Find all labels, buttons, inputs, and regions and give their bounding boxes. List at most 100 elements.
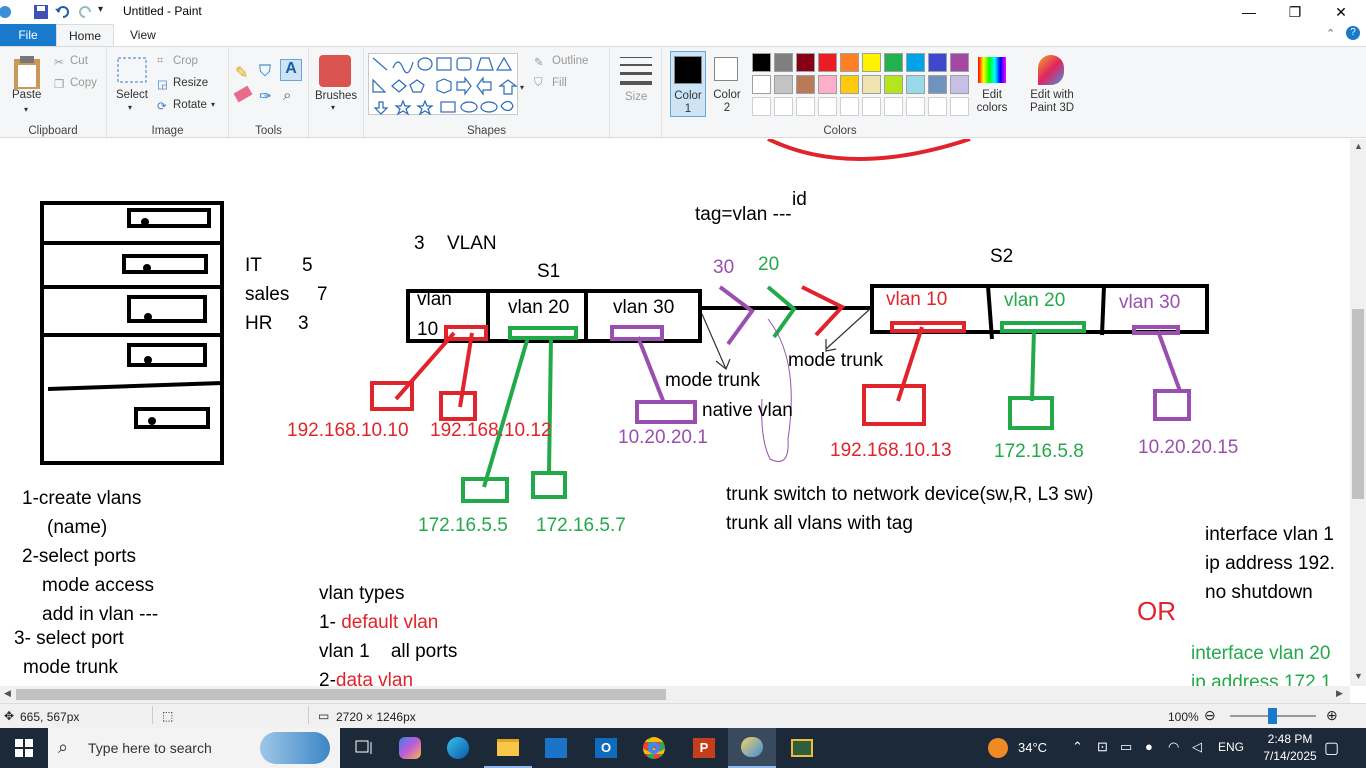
paint-taskbar-icon[interactable] bbox=[728, 728, 776, 768]
color1-button[interactable]: Color 1 bbox=[670, 51, 706, 117]
color-swatch[interactable] bbox=[818, 53, 837, 72]
resize-button[interactable]: Resize bbox=[173, 77, 208, 89]
temperature[interactable]: 34°C bbox=[1018, 740, 1047, 755]
scroll-up-icon[interactable]: ▲ bbox=[1354, 141, 1363, 151]
powerpoint-icon[interactable]: P bbox=[680, 728, 728, 768]
color-swatch[interactable] bbox=[862, 97, 881, 116]
color-swatch[interactable] bbox=[884, 97, 903, 116]
canvas[interactable]: IT 5 sales 7 HR 3 3 VLAN S1 S2 vlan 10 v… bbox=[0, 139, 1350, 686]
color-swatch[interactable] bbox=[796, 53, 815, 72]
color-palette[interactable] bbox=[752, 53, 974, 119]
edit-colors-icon[interactable] bbox=[978, 57, 1006, 83]
select-button[interactable]: Select bbox=[116, 89, 148, 101]
eraser-icon[interactable] bbox=[233, 85, 253, 103]
paste-icon[interactable] bbox=[12, 55, 42, 91]
battery-icon[interactable]: ▭ bbox=[1120, 739, 1132, 755]
color-swatch[interactable] bbox=[752, 75, 771, 94]
color-swatch[interactable] bbox=[840, 53, 859, 72]
paint3d-icon[interactable] bbox=[1038, 55, 1064, 85]
color-swatch[interactable] bbox=[906, 97, 925, 116]
color-swatch[interactable] bbox=[862, 75, 881, 94]
color-swatch[interactable] bbox=[796, 97, 815, 116]
color-swatch[interactable] bbox=[928, 75, 947, 94]
pencil-icon[interactable]: ✎ bbox=[235, 63, 248, 83]
color-swatch[interactable] bbox=[928, 97, 947, 116]
edge-icon[interactable] bbox=[434, 728, 482, 768]
save-icon[interactable] bbox=[33, 4, 49, 20]
color-swatch[interactable] bbox=[796, 75, 815, 94]
color-swatch[interactable] bbox=[818, 75, 837, 94]
color-swatch[interactable] bbox=[906, 53, 925, 72]
color-swatch[interactable] bbox=[774, 97, 793, 116]
text-tool-icon[interactable]: A bbox=[280, 59, 302, 81]
tab-home[interactable]: Home bbox=[56, 24, 114, 46]
vertical-scroll-thumb[interactable] bbox=[1352, 309, 1364, 499]
color-swatch[interactable] bbox=[884, 75, 903, 94]
size-button[interactable]: Size bbox=[625, 91, 647, 103]
select-icon[interactable] bbox=[117, 57, 147, 83]
volume-icon[interactable]: ◁ bbox=[1192, 739, 1202, 755]
start-button[interactable] bbox=[0, 728, 48, 768]
color-swatch[interactable] bbox=[862, 53, 881, 72]
meet-now-icon[interactable]: ⊡ bbox=[1097, 739, 1108, 755]
color-swatch[interactable] bbox=[884, 53, 903, 72]
color2-label[interactable]: Color 2 bbox=[710, 89, 744, 115]
color2-swatch[interactable] bbox=[714, 57, 738, 81]
scroll-left-icon[interactable]: ◀ bbox=[4, 688, 11, 699]
color-swatch[interactable] bbox=[774, 53, 793, 72]
clock-time[interactable]: 2:48 PM bbox=[1262, 732, 1318, 746]
close-button[interactable]: ✕ bbox=[1318, 0, 1364, 24]
color-swatch[interactable] bbox=[906, 75, 925, 94]
tab-file[interactable]: File bbox=[0, 24, 56, 46]
crop-button[interactable]: Crop bbox=[173, 55, 198, 67]
vertical-scrollbar[interactable]: ▲ ▼ bbox=[1350, 139, 1366, 686]
scroll-right-icon[interactable]: ▶ bbox=[1336, 688, 1343, 699]
rotate-button[interactable]: Rotate bbox=[173, 99, 207, 111]
wifi-icon[interactable]: ◠ bbox=[1168, 739, 1179, 755]
fill-button[interactable]: Fill bbox=[552, 77, 567, 89]
copy-button[interactable]: Copy bbox=[70, 77, 97, 89]
store-icon[interactable] bbox=[532, 728, 580, 768]
horizontal-scroll-thumb[interactable] bbox=[16, 689, 666, 700]
redo-icon[interactable] bbox=[77, 4, 93, 20]
color-swatch[interactable] bbox=[752, 97, 771, 116]
collapse-ribbon-icon[interactable]: ⌃ bbox=[1326, 27, 1335, 40]
color-swatch[interactable] bbox=[950, 75, 969, 94]
quick-access-dropdown-icon[interactable]: ▾ bbox=[98, 4, 103, 15]
clock-date[interactable]: 7/14/2025 bbox=[1258, 749, 1322, 763]
notifications-icon[interactable]: ▢ bbox=[1324, 738, 1339, 758]
magnifier-icon[interactable]: ⌕ bbox=[283, 87, 291, 104]
search-box[interactable]: ⌕ Type here to search bbox=[48, 728, 340, 768]
paste-button[interactable]: Paste bbox=[12, 89, 41, 101]
select-dropdown-icon[interactable]: ▾ bbox=[128, 103, 132, 112]
color-swatch[interactable] bbox=[950, 53, 969, 72]
paint3d-button[interactable]: Edit with Paint 3D bbox=[1024, 89, 1080, 115]
brushes-dropdown-icon[interactable]: ▾ bbox=[331, 103, 335, 112]
file-explorer-icon[interactable] bbox=[484, 728, 532, 768]
color-swatch[interactable] bbox=[752, 53, 771, 72]
outline-button[interactable]: Outline bbox=[552, 55, 588, 67]
rotate-dropdown-icon[interactable]: ▾ bbox=[211, 100, 215, 109]
color-picker-icon[interactable]: ✑ bbox=[259, 87, 272, 105]
zoom-in-icon[interactable]: ⊕ bbox=[1326, 707, 1338, 724]
help-icon[interactable]: ? bbox=[1346, 26, 1360, 40]
language-indicator[interactable]: ENG bbox=[1218, 740, 1244, 754]
scroll-down-icon[interactable]: ▼ bbox=[1354, 671, 1363, 681]
task-view-icon[interactable] bbox=[340, 728, 388, 768]
color-swatch[interactable] bbox=[840, 97, 859, 116]
shapes-gallery[interactable] bbox=[368, 53, 518, 116]
color-swatch[interactable] bbox=[818, 97, 837, 116]
weather-icon[interactable] bbox=[988, 738, 1008, 758]
paste-dropdown-icon[interactable]: ▾ bbox=[24, 105, 28, 114]
zoom-slider-thumb[interactable] bbox=[1268, 708, 1277, 724]
tab-view[interactable]: View bbox=[116, 24, 170, 46]
color-swatch[interactable] bbox=[774, 75, 793, 94]
brushes-button[interactable]: Brushes bbox=[315, 90, 357, 102]
color-swatch[interactable] bbox=[840, 75, 859, 94]
zoom-out-icon[interactable]: ⊖ bbox=[1204, 707, 1216, 724]
brush-icon[interactable] bbox=[319, 55, 351, 87]
undo-icon[interactable] bbox=[55, 4, 71, 20]
outlook-icon[interactable]: O bbox=[582, 728, 630, 768]
cut-button[interactable]: Cut bbox=[70, 55, 88, 67]
edit-colors-button[interactable]: Edit colors bbox=[974, 89, 1010, 115]
